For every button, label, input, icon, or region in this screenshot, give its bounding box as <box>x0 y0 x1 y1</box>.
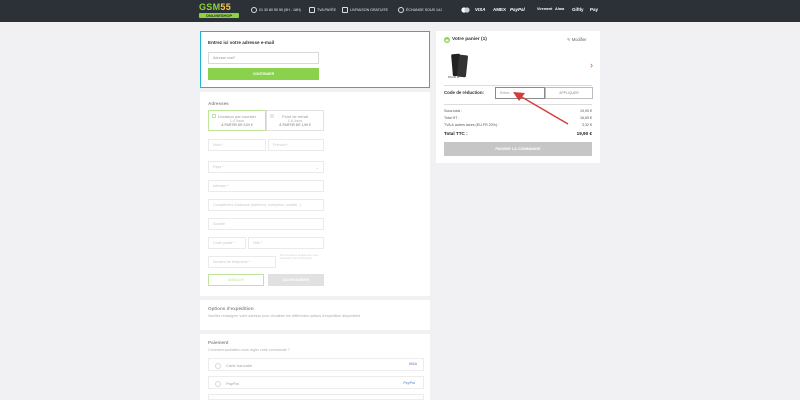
top-header: GSM55 ONLINESHOP 01 30 80 50 50 (9H - 18… <box>0 0 800 22</box>
phone-hint: Nos coursiers risquent de vous contacter… <box>280 253 319 261</box>
headset-icon <box>251 7 257 13</box>
header-info-exchange: ÉCHANGE SOUS 14J <box>398 7 442 13</box>
total-ht-value: 16,65 € <box>580 116 592 120</box>
discount-code-input[interactable]: Entrer... <box>495 87 545 99</box>
basket-icon <box>444 37 450 43</box>
header-info-phone-text: 01 30 80 50 50 (9H - 18H) <box>259 8 301 12</box>
payment-logo-amex: AMEX <box>493 7 507 12</box>
payment-title: Paiement <box>208 340 229 345</box>
total-ttc-value: 19,90 € <box>576 131 592 136</box>
header-info-delivery-text: LIVRAISON GRATUITE <box>350 8 389 12</box>
payment-logo-transfer: Virement <box>537 7 553 11</box>
header-info-delivery: LIVRAISON GRATUITE <box>342 7 388 13</box>
logo-text-b: 55 <box>220 2 232 12</box>
shipping-title: Options d'expédition <box>208 306 254 311</box>
mastercard-icon <box>461 7 470 13</box>
phone-image-back <box>456 54 469 78</box>
address-extra-input[interactable]: Complément d'adresse (bâtiment, entrepri… <box>208 199 324 211</box>
payment-option-paypal-label: PayPal <box>226 381 239 386</box>
country-select[interactable]: Pays * ⌄ <box>208 161 324 173</box>
payment-logo-giftly: Giftly <box>572 7 584 12</box>
logo[interactable]: GSM55 ONLINESHOP <box>199 3 239 19</box>
header-info-exchange-text: ÉCHANGE SOUS 14J <box>406 8 442 12</box>
postcode-input[interactable]: Code postal * <box>208 237 246 249</box>
company-input[interactable]: Société <box>208 218 324 230</box>
payment-logo-visa: VISA <box>475 7 486 12</box>
receipt-icon <box>309 7 315 13</box>
delivery-option-courier[interactable]: Livraison par coursier 1-4 Jours À PARTI… <box>208 110 266 131</box>
city-input[interactable]: Ville * <box>248 237 324 249</box>
truck-icon <box>342 7 348 13</box>
payment-logo-mastercard <box>461 7 470 14</box>
header-info-tax-text: TVA PAYÉE <box>317 8 336 12</box>
payment-option-card[interactable]: Carte bancaire VISA <box>208 358 424 371</box>
cancel-button[interactable]: ANNULER <box>208 274 264 286</box>
apply-code-button[interactable]: APPLIQUER <box>545 87 593 99</box>
payment-subtitle: Comment souhaitez-vous régler votre comm… <box>208 348 290 352</box>
subtotal-label: Sous-total : <box>444 109 463 113</box>
check-icon <box>212 114 216 118</box>
chevron-right-icon[interactable]: › <box>590 60 593 70</box>
product-thumbnail[interactable]: iPhone 11 <box>446 52 472 80</box>
payment-logo-paypal: PayPal <box>510 7 525 12</box>
product-label: iPhone 11 <box>448 76 460 79</box>
place-order-button[interactable]: PASSER LA COMMANDE <box>444 142 592 156</box>
country-select-text: Pays * <box>213 165 224 169</box>
address-title: Adresses <box>208 101 229 106</box>
edit-cart-link[interactable]: ✎ Modifier <box>567 37 587 42</box>
total-ttc-label: Total TTC : <box>444 131 468 136</box>
phone-input[interactable]: Numéro de téléphone * <box>208 256 276 268</box>
tax-label: TVA & autres taxes (EU-FR 20%) : <box>444 123 500 127</box>
radio-icon <box>215 362 221 369</box>
shipping-text: Veuillez renseigner votre adresse pour v… <box>208 314 361 318</box>
payment-logo-applepay: Pay <box>590 7 599 12</box>
edit-cart-text: Modifier <box>571 37 587 42</box>
payment-option-more[interactable] <box>208 394 424 400</box>
header-info-tax: TVA PAYÉE <box>309 7 336 13</box>
discount-code-label: Code de réduction: <box>444 90 485 95</box>
email-title: Entrez ici votre adresse e-mail <box>208 40 275 45</box>
payment-logo-alma: Alma <box>555 7 565 11</box>
cart-title: Votre panier (1) <box>452 37 487 42</box>
email-input[interactable]: Adresse mail* <box>208 52 319 64</box>
radio-icon <box>215 380 221 387</box>
header-info-phone: 01 30 80 50 50 (9H - 18H) <box>251 7 301 13</box>
delivery-option-price: À PARTIR DE 0,00 € <box>221 123 253 127</box>
pickup-option-price: À PARTIR DE 1,99 € <box>279 123 311 127</box>
address-input[interactable]: Adresse * <box>208 180 324 192</box>
tax-value: 3,32 € <box>582 123 592 127</box>
pin-icon <box>270 114 274 118</box>
last-name-input[interactable]: Prénom * <box>268 139 324 151</box>
continue-button[interactable]: CONTINUER <box>208 68 319 80</box>
save-button[interactable]: SAUVEGARDER <box>268 274 324 286</box>
payment-option-paypal[interactable]: PayPal PayPal <box>208 376 424 389</box>
payment-option-card-label: Carte bancaire <box>226 363 253 368</box>
delivery-option-pickup[interactable]: Point de retrait 1-6 Jours À PARTIR DE 1… <box>266 110 324 131</box>
exchange-icon <box>398 7 404 13</box>
divider <box>444 85 592 86</box>
visa-logo: VISA <box>408 362 417 366</box>
divider <box>444 104 592 105</box>
logo-text-a: GSM <box>199 2 221 12</box>
paypal-logo: PayPal <box>403 381 415 385</box>
chevron-down-icon: ⌄ <box>315 164 319 170</box>
logo-subtext: ONLINESHOP <box>199 13 239 18</box>
subtotal-value: 19,90 € <box>580 109 592 113</box>
total-ht-label: Total HT : <box>444 116 460 120</box>
first-name-input[interactable]: Nom * <box>208 139 266 151</box>
